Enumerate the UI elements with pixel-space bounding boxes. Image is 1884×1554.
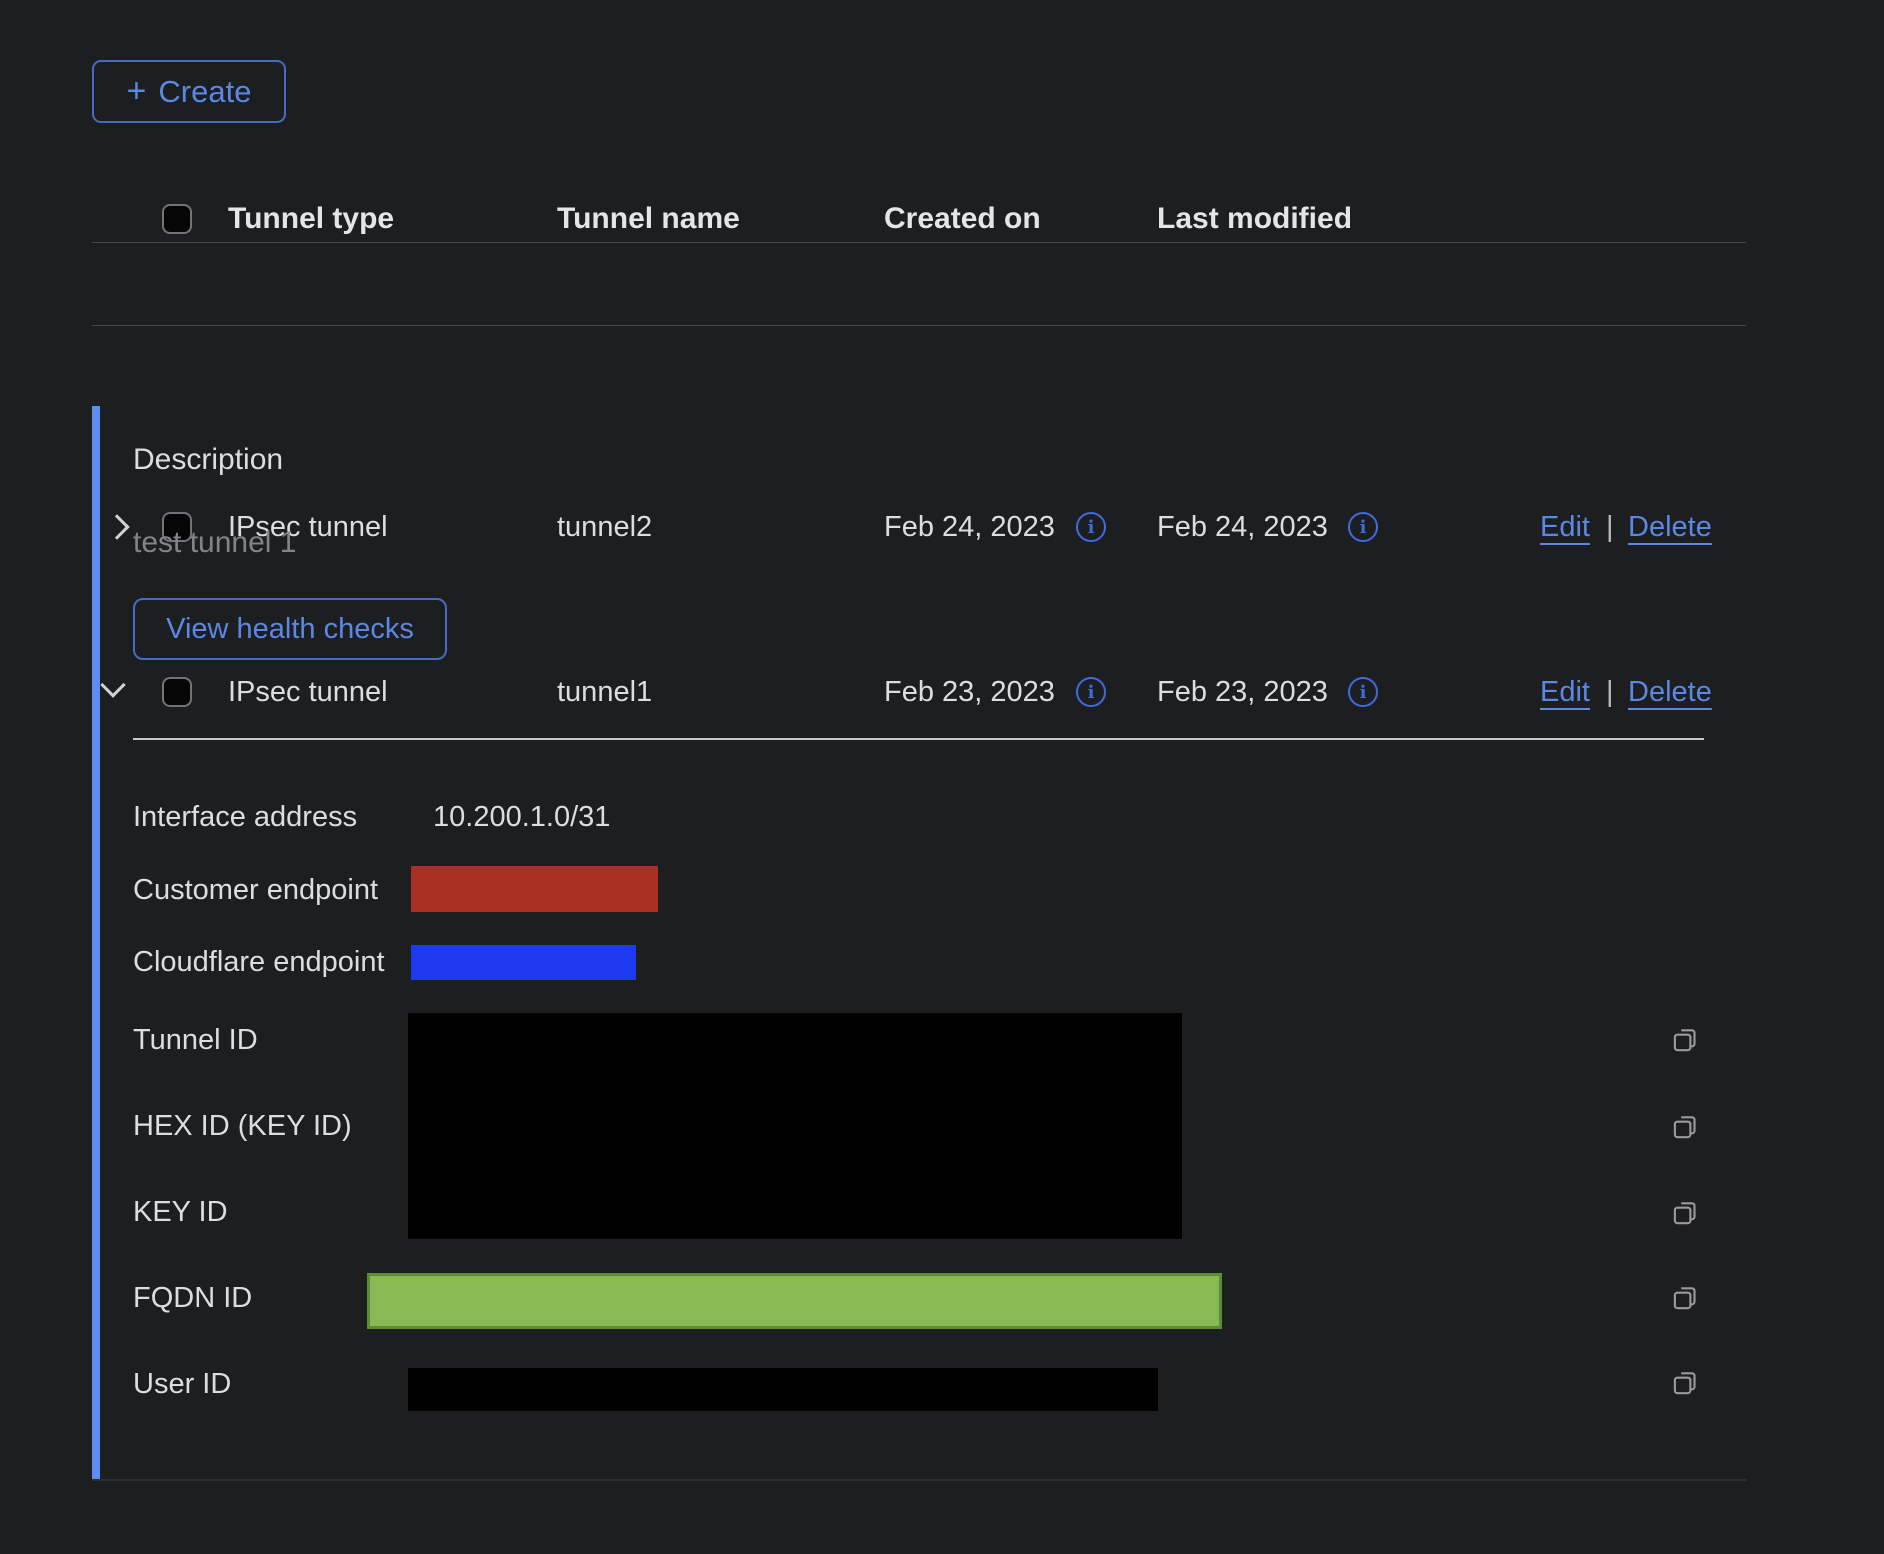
panel-bottom-divider (92, 1479, 1746, 1481)
ids-redaction-block (408, 1013, 1182, 1239)
copy-icon[interactable] (1670, 1198, 1700, 1228)
info-glyph: i (1088, 682, 1095, 703)
user-id-redaction (408, 1368, 1158, 1411)
action-separator: | (1606, 507, 1614, 547)
select-all-checkbox[interactable] (162, 204, 192, 234)
info-glyph: i (1360, 682, 1367, 703)
hex-id-label: HEX ID (KEY ID) (133, 1106, 352, 1146)
info-glyph: i (1360, 517, 1367, 538)
edit-link[interactable]: Edit (1540, 672, 1590, 712)
expanded-row-accent-bar (92, 406, 100, 1479)
plus-icon: + (127, 72, 147, 111)
copy-icon[interactable] (1670, 1368, 1700, 1398)
row-checkbox[interactable] (162, 677, 192, 707)
info-icon[interactable]: i (1348, 677, 1378, 707)
view-health-checks-button[interactable]: View health checks (133, 598, 447, 660)
info-glyph: i (1088, 517, 1095, 538)
last-modified-cell: Feb 24, 2023 (1157, 507, 1328, 547)
copy-icon[interactable] (1670, 1025, 1700, 1055)
tunnel-type-cell: IPsec tunnel (228, 672, 388, 712)
interface-address-value: 10.200.1.0/31 (433, 797, 610, 837)
tunnel-name-cell: tunnel2 (557, 507, 652, 547)
customer-endpoint-label: Customer endpoint (133, 870, 378, 910)
header-last-modified: Last modified (1157, 199, 1352, 239)
view-health-checks-label: View health checks (166, 613, 414, 646)
description-label: Description (133, 440, 283, 480)
header-tunnel-type: Tunnel type (228, 199, 394, 239)
action-separator: | (1606, 672, 1614, 712)
cloudflare-endpoint-label: Cloudflare endpoint (133, 942, 385, 982)
description-value: test tunnel 1 (133, 523, 296, 563)
user-id-label: User ID (133, 1364, 231, 1404)
create-button[interactable]: + Create (92, 60, 286, 123)
cloudflare-endpoint-redaction (411, 945, 636, 980)
copy-icon[interactable] (1670, 1112, 1700, 1142)
info-icon[interactable]: i (1348, 512, 1378, 542)
tunnels-page: + Create Tunnel type Tunnel name Created… (0, 0, 1884, 1554)
panel-divider (133, 738, 1704, 740)
chevron-down-icon[interactable] (100, 672, 125, 697)
fqdn-id-redaction (367, 1273, 1222, 1329)
create-button-label: Create (158, 74, 251, 110)
table-row-tunnel2: IPsec tunnel tunnel2 Feb 24, 2023 i Feb … (0, 243, 1884, 325)
info-icon[interactable]: i (1076, 677, 1106, 707)
key-id-label: KEY ID (133, 1192, 228, 1232)
header-tunnel-name: Tunnel name (557, 199, 740, 239)
last-modified-cell: Feb 23, 2023 (1157, 672, 1328, 712)
interface-address-label: Interface address (133, 797, 357, 837)
created-on-cell: Feb 23, 2023 (884, 672, 1055, 712)
edit-link[interactable]: Edit (1540, 507, 1590, 547)
tunnel-name-cell: tunnel1 (557, 672, 652, 712)
header-created-on: Created on (884, 199, 1041, 239)
copy-icon[interactable] (1670, 1283, 1700, 1313)
delete-link[interactable]: Delete (1628, 672, 1712, 712)
info-icon[interactable]: i (1076, 512, 1106, 542)
created-on-cell: Feb 24, 2023 (884, 507, 1055, 547)
fqdn-id-label: FQDN ID (133, 1278, 252, 1318)
customer-endpoint-redaction (411, 866, 658, 912)
delete-link[interactable]: Delete (1628, 507, 1712, 547)
tunnel-id-label: Tunnel ID (133, 1020, 258, 1060)
table-row-tunnel1: IPsec tunnel tunnel1 Feb 23, 2023 i Feb … (0, 326, 1884, 406)
chevron-right-icon[interactable] (104, 514, 129, 539)
